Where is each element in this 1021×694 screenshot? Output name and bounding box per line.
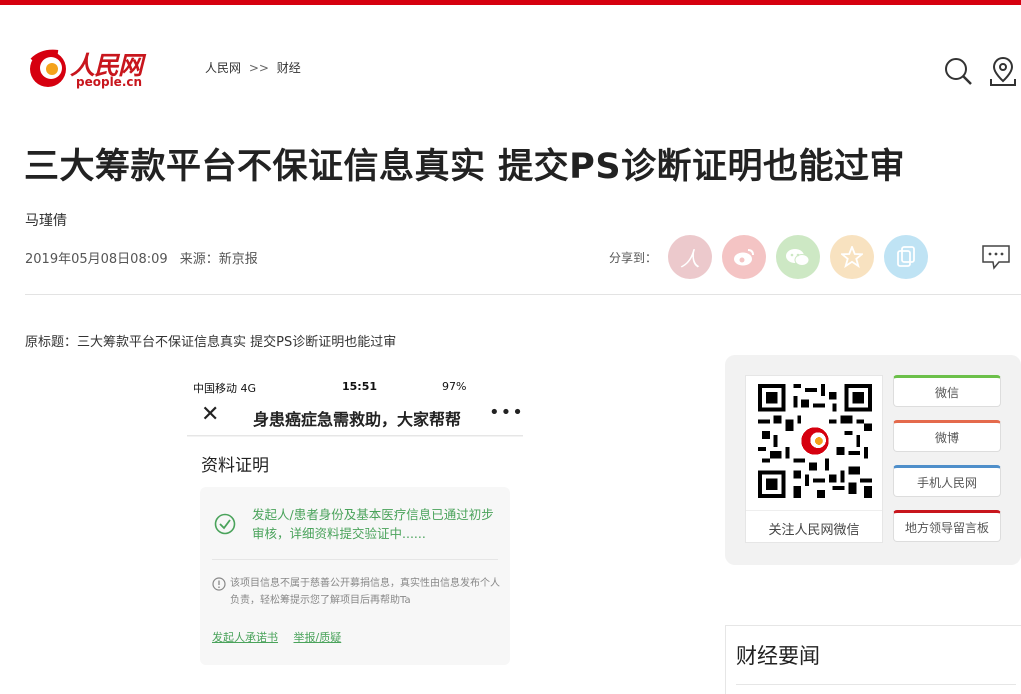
original-title: 原标题：三大筹款平台不保证信息真实 提交PS诊断证明也能过审 — [25, 335, 397, 350]
phone-more-icon: ••• — [489, 402, 523, 423]
warning-icon — [212, 577, 226, 591]
leader-message-board-button[interactable]: 地方领导留言板 — [893, 510, 1001, 542]
phone-body: 资料证明 发起人/患者身份及基本医疗信息已通过初步审核，详细资料提交验证中...… — [187, 437, 523, 694]
phone-status-bar: 中国移动 4G 15:51 97% — [187, 376, 523, 396]
article-source[interactable]: 来源：新京报 — [180, 252, 258, 267]
qr-card: 关注人民网微信 — [745, 375, 883, 543]
article-meta: 2019年05月08日08:09 来源：新京报 — [25, 248, 258, 267]
breadcrumb-section-link[interactable]: 财经 — [277, 61, 301, 75]
phone-link-promise: 发起人承诺书 — [212, 631, 278, 644]
search-icon[interactable] — [943, 55, 973, 87]
finance-news-box: 财经要闻 — [725, 625, 1021, 694]
weibo-share-icon[interactable] — [722, 235, 766, 279]
location-icon[interactable] — [988, 55, 1018, 87]
phone-verify-card: 发起人/患者身份及基本医疗信息已通过初步审核，详细资料提交验证中...... 该… — [200, 487, 510, 665]
phone-close-icon: ✕ — [201, 402, 220, 427]
copy-link-icon[interactable] — [884, 235, 928, 279]
article-title: 三大筹款平台不保证信息真实 提交PS诊断证明也能过审 — [24, 147, 906, 187]
phone-battery: 97% — [442, 380, 467, 393]
phone-links: 发起人承诺书 举报/质疑 — [212, 629, 353, 645]
comment-icon[interactable] — [981, 244, 1011, 270]
mobile-people-button[interactable]: 手机人民网 — [893, 465, 1001, 497]
phone-heading: 资料证明 — [201, 456, 269, 476]
follow-box: 关注人民网微信 微信 微博 手机人民网 地方领导留言板 — [725, 355, 1021, 565]
phone-carrier: 中国移动 4G — [193, 382, 257, 395]
phone-card-divider — [212, 559, 498, 560]
check-circle-icon — [214, 513, 236, 535]
logo-text-en: people.cn — [76, 75, 143, 89]
wechat-button[interactable]: 微信 — [893, 375, 1001, 407]
phone-verify-text: 发起人/患者身份及基本医疗信息已通过初步审核，详细资料提交验证中...... — [252, 507, 494, 541]
article-author: 马瑾倩 — [25, 213, 67, 229]
logo-swirl-icon — [30, 49, 66, 87]
top-red-bar — [0, 0, 1021, 5]
phone-link-report: 举报/质疑 — [293, 631, 342, 644]
people-share-icon[interactable]: 人 — [668, 235, 712, 279]
article-image-phone-screenshot: 中国移动 4G 15:51 97% ✕ 身患癌症急需救助，大家帮帮 ••• 资料… — [187, 376, 523, 694]
qr-code-image — [758, 384, 872, 498]
finance-news-heading: 财经要闻 — [736, 644, 820, 668]
breadcrumb: 人民网 >> 财经 — [205, 59, 305, 76]
article-date: 2019年05月08日08:09 — [25, 252, 168, 267]
finance-news-divider — [736, 684, 1016, 685]
header-divider — [25, 294, 1021, 295]
qr-caption: 关注人民网微信 — [746, 510, 882, 538]
phone-time: 15:51 — [342, 380, 378, 393]
phone-nav-bar: ✕ 身患癌症急需救助，大家帮帮 ••• — [187, 396, 523, 436]
phone-nav-title: 身患癌症急需救助，大家帮帮 — [253, 410, 462, 429]
wechat-share-icon[interactable] — [776, 235, 820, 279]
share-label: 分享到： — [609, 251, 658, 265]
qzone-share-icon[interactable] — [830, 235, 874, 279]
phone-warning-text: 该项目信息不属于慈善公开募捐信息，真实性由信息发布个人负责，轻松筹提示您了解项目… — [230, 578, 500, 606]
breadcrumb-separator: >> — [248, 61, 269, 75]
people-logo[interactable]: 人民网 people.cn — [28, 46, 146, 90]
breadcrumb-home-link[interactable]: 人民网 — [205, 61, 241, 75]
weibo-button[interactable]: 微博 — [893, 420, 1001, 452]
